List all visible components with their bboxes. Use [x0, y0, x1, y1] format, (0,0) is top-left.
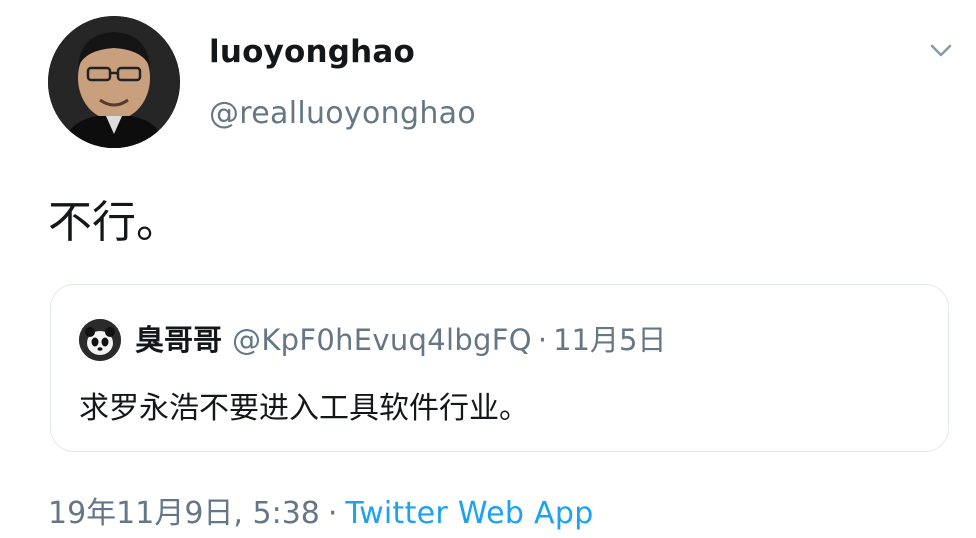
- panda-avatar-icon: [79, 319, 121, 361]
- author-display-name[interactable]: luoyonghao: [209, 34, 415, 70]
- tweet-menu-button[interactable]: [924, 36, 958, 66]
- quoted-separator: ·: [537, 323, 548, 357]
- quoted-tweet[interactable]: 臭哥哥 @KpF0hEvuq4lbgFQ · 11月5日 求罗永浩不要进入工具软件行业…: [50, 284, 949, 452]
- quoted-date[interactable]: 11月5日: [553, 323, 666, 357]
- meta-separator: ·: [327, 496, 338, 531]
- tweet-source-link[interactable]: Twitter Web App: [345, 496, 593, 531]
- tweet-timestamp[interactable]: 19年11月9日, 5:38: [48, 496, 320, 531]
- tweet-text: 不行。: [48, 197, 180, 248]
- tweet-card: luoyonghao @realluoyonghao 不行。 臭哥哥 @KpF0h…: [0, 0, 976, 538]
- author-handle: @realluoyonghao: [209, 96, 476, 131]
- quoted-author-avatar[interactable]: [79, 319, 121, 361]
- quoted-tweet-text: 求罗永浩不要进入工具软件行业。: [79, 391, 529, 426]
- chevron-down-icon: [930, 44, 952, 57]
- profile-photo-icon: [48, 16, 180, 148]
- quoted-display-name[interactable]: 臭哥哥: [135, 323, 222, 357]
- tweet-meta: 19年11月9日, 5:38 · Twitter Web App: [48, 488, 594, 532]
- author-avatar[interactable]: [48, 16, 180, 148]
- quoted-tweet-header: 臭哥哥 @KpF0hEvuq4lbgFQ · 11月5日: [135, 319, 666, 361]
- quoted-handle: @KpF0hEvuq4lbgFQ: [232, 323, 532, 357]
